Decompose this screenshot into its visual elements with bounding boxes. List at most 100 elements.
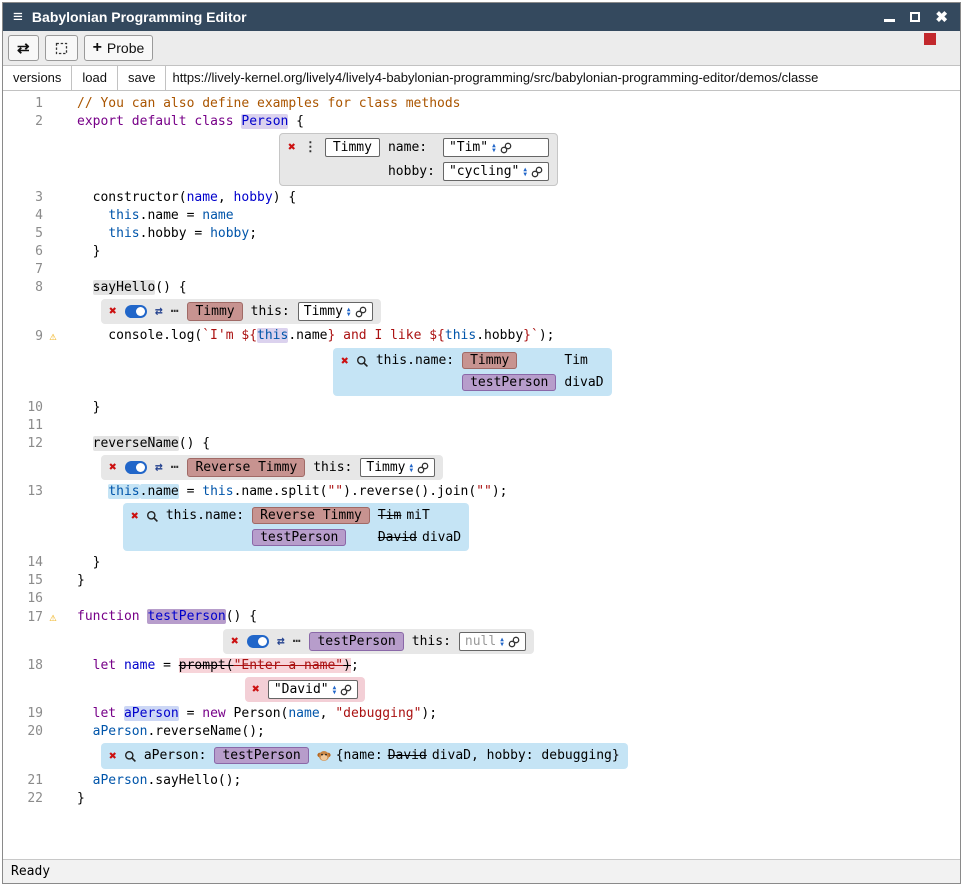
delete-widget-button[interactable]: ✖ — [131, 510, 139, 523]
gutter[interactable]: 2 — [3, 113, 63, 131]
maximize-button[interactable] — [910, 12, 920, 22]
value-input[interactable]: Timmy▲▼ — [298, 302, 373, 321]
gutter[interactable]: 9⚠ — [3, 327, 63, 346]
line-number[interactable]: 9 — [9, 328, 43, 346]
delete-widget-button[interactable]: ✖ — [288, 141, 296, 154]
toggle-switch-icon[interactable] — [247, 635, 269, 648]
url-input[interactable]: https://lively-kernel.org/lively4/lively… — [166, 66, 960, 90]
title-bar[interactable]: ≡ Babylonian Programming Editor ✖ — [3, 3, 960, 31]
code-editor[interactable]: 1// You can also define examples for cla… — [3, 91, 960, 859]
link-icon[interactable] — [340, 684, 352, 696]
more-icon[interactable]: ⋯ — [171, 459, 180, 477]
stepper-icon[interactable]: ▲▼ — [347, 307, 351, 317]
gutter[interactable]: 6 — [3, 243, 63, 261]
example-badge[interactable]: testPerson — [309, 632, 403, 651]
line-number[interactable]: 18 — [9, 657, 43, 675]
gutter[interactable]: 19 — [3, 705, 63, 723]
gutter[interactable]: 18 — [3, 657, 63, 675]
line-number[interactable]: 19 — [9, 705, 43, 723]
line-number[interactable]: 14 — [9, 554, 43, 572]
gutter[interactable]: 15 — [3, 572, 63, 590]
swap-icon[interactable]: ⇄ — [155, 459, 163, 477]
minimize-button[interactable] — [884, 13, 895, 22]
gutter[interactable]: 3 — [3, 189, 63, 207]
line-number[interactable]: 15 — [9, 572, 43, 590]
stepper-icon[interactable]: ▲▼ — [333, 685, 337, 695]
delete-widget-button[interactable]: ✖ — [252, 683, 260, 696]
stepper-icon[interactable]: ▲▼ — [523, 167, 527, 177]
line-number[interactable]: 2 — [9, 113, 43, 131]
line-number[interactable]: 17 — [9, 609, 43, 627]
line-number[interactable]: 20 — [9, 723, 43, 741]
gutter[interactable]: 20 — [3, 723, 63, 741]
delete-widget-button[interactable]: ✖ — [109, 461, 117, 474]
gutter[interactable]: 10 — [3, 399, 63, 417]
link-icon[interactable] — [355, 306, 367, 318]
gutter[interactable]: 8 — [3, 279, 63, 297]
line-number[interactable]: 13 — [9, 483, 43, 501]
value-input[interactable]: null▲▼ — [459, 632, 526, 651]
gutter[interactable]: 14 — [3, 554, 63, 572]
link-icon[interactable] — [508, 636, 520, 648]
value-input[interactable]: Timmy▲▼ — [360, 458, 435, 477]
delete-widget-button[interactable]: ✖ — [109, 305, 117, 318]
hamburger-menu-icon[interactable]: ≡ — [13, 7, 23, 27]
example-badge[interactable]: Reverse Timmy — [252, 507, 370, 524]
example-badge[interactable]: Reverse Timmy — [187, 458, 305, 477]
gutter[interactable]: 22 — [3, 790, 63, 808]
line-number[interactable]: 11 — [9, 417, 43, 435]
value-input[interactable]: "Tim"▲▼ — [443, 138, 549, 157]
versions-button[interactable]: versions — [3, 66, 72, 90]
gutter[interactable]: 12 — [3, 435, 63, 453]
toggle-switch-icon[interactable] — [125, 305, 147, 318]
swap-icon[interactable]: ⇄ — [155, 303, 163, 321]
gutter[interactable]: 7 — [3, 261, 63, 279]
more-icon[interactable]: ⋯ — [293, 633, 302, 651]
example-badge[interactable]: testPerson — [214, 747, 308, 764]
line-number[interactable]: 21 — [9, 772, 43, 790]
gutter[interactable]: 16 — [3, 590, 63, 608]
value-input[interactable]: "cycling"▲▼ — [443, 162, 549, 181]
gutter[interactable]: 1 — [3, 95, 63, 113]
more-icon[interactable]: ⋯ — [171, 303, 180, 321]
gutter[interactable]: 5 — [3, 225, 63, 243]
stepper-icon[interactable]: ▲▼ — [500, 637, 504, 647]
load-button[interactable]: load — [72, 66, 118, 90]
toggle-switch-icon[interactable] — [125, 461, 147, 474]
gutter[interactable]: 11 — [3, 417, 63, 435]
line-number[interactable]: 12 — [9, 435, 43, 453]
line-number[interactable]: 10 — [9, 399, 43, 417]
add-probe-button[interactable]: + Probe — [84, 35, 154, 61]
link-icon[interactable] — [531, 166, 543, 178]
line-number[interactable]: 22 — [9, 790, 43, 808]
gutter[interactable]: 4 — [3, 207, 63, 225]
line-number[interactable]: 8 — [9, 279, 43, 297]
stepper-icon[interactable]: ▲▼ — [492, 143, 496, 153]
link-icon[interactable] — [417, 462, 429, 474]
example-badge[interactable]: testPerson — [462, 374, 556, 391]
line-number[interactable]: 16 — [9, 590, 43, 608]
example-name-input[interactable]: Timmy — [325, 138, 380, 157]
drag-handle-icon[interactable]: ⋮ — [304, 139, 317, 157]
value-input[interactable]: "David"▲▼ — [268, 680, 358, 699]
line-number[interactable]: 5 — [9, 225, 43, 243]
line-number[interactable]: 1 — [9, 95, 43, 113]
line-number[interactable]: 4 — [9, 207, 43, 225]
example-badge[interactable]: testPerson — [252, 529, 346, 546]
delete-widget-button[interactable]: ✖ — [109, 750, 117, 763]
line-number[interactable]: 3 — [9, 189, 43, 207]
select-region-button[interactable] — [45, 35, 78, 61]
line-number[interactable]: 6 — [9, 243, 43, 261]
swap-arrows-button[interactable]: ⇄ — [8, 35, 39, 61]
link-icon[interactable] — [500, 142, 512, 154]
gutter[interactable]: 17⚠ — [3, 608, 63, 627]
gutter[interactable]: 13 — [3, 483, 63, 501]
close-button[interactable]: ✖ — [935, 8, 948, 26]
line-number[interactable]: 7 — [9, 261, 43, 279]
gutter[interactable]: 21 — [3, 772, 63, 790]
example-badge[interactable]: Timmy — [462, 352, 517, 369]
save-button[interactable]: save — [118, 66, 166, 90]
stepper-icon[interactable]: ▲▼ — [410, 463, 414, 473]
delete-widget-button[interactable]: ✖ — [341, 355, 349, 368]
example-badge[interactable]: Timmy — [187, 302, 242, 321]
